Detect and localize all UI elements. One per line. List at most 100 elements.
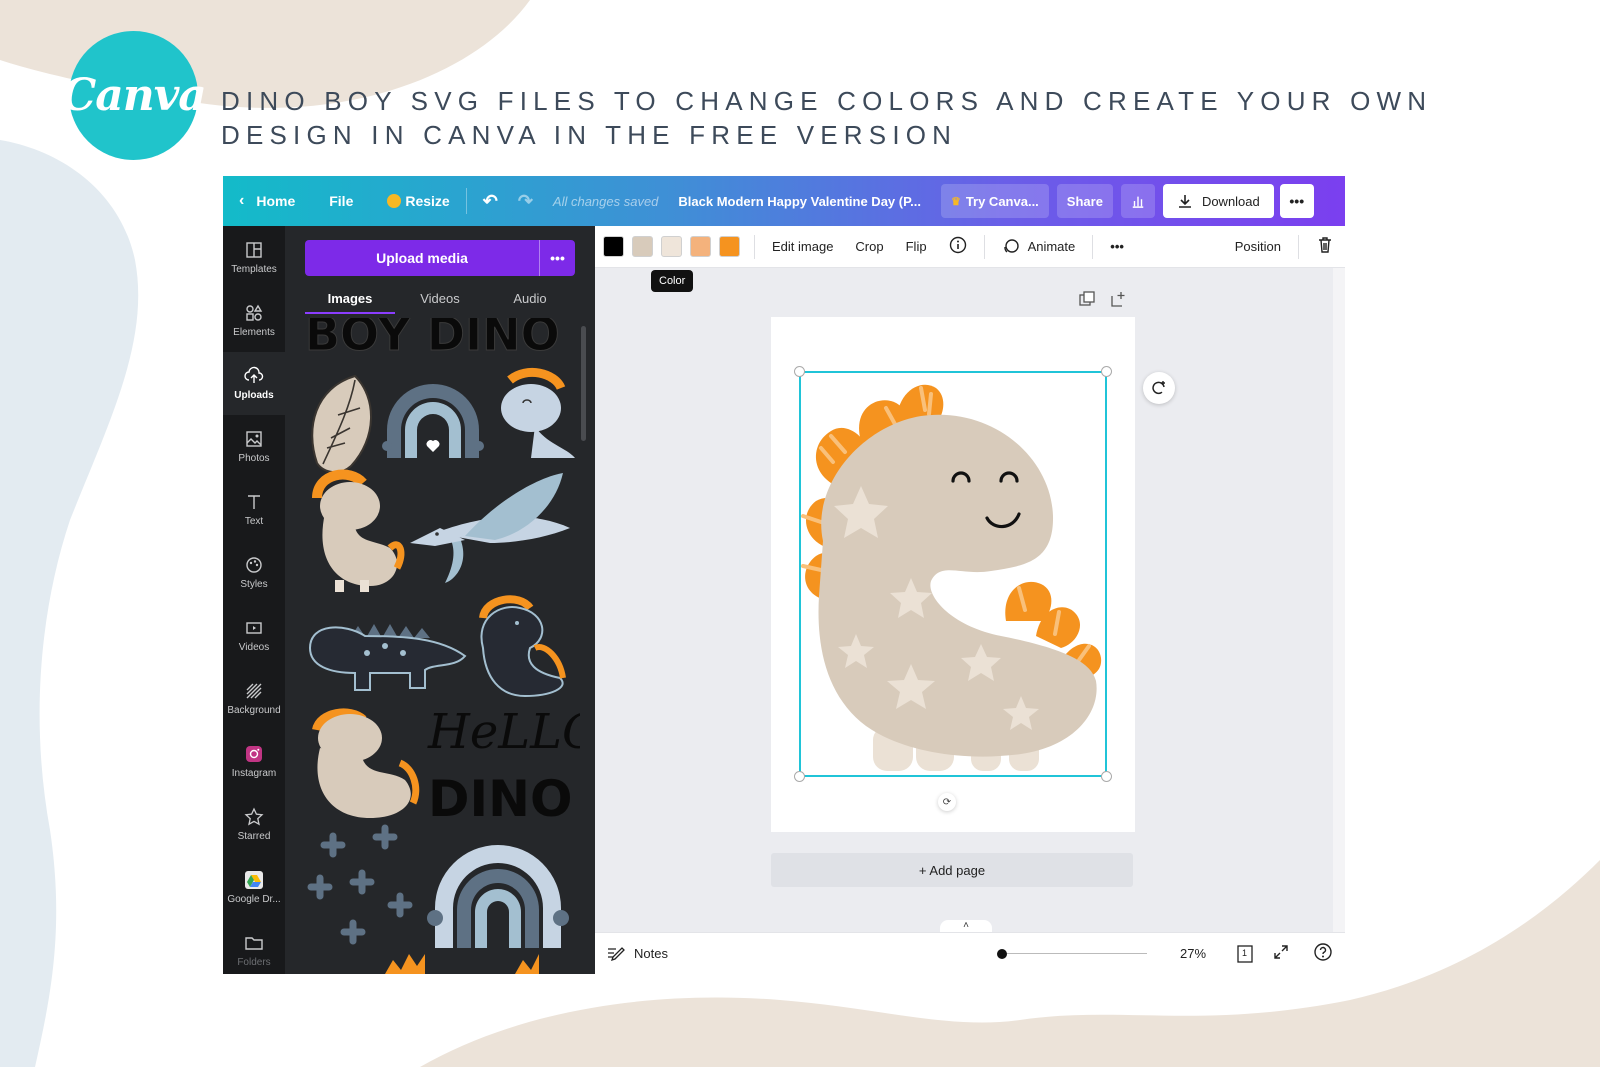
more-options-button[interactable]: ••• xyxy=(1279,184,1314,218)
leaf-thumbnail[interactable] xyxy=(311,374,372,474)
crop-button[interactable]: Crop xyxy=(844,239,894,254)
file-menu-button[interactable]: File xyxy=(319,184,363,218)
small-blue-dino-thumbnail[interactable] xyxy=(501,368,575,458)
text-icon xyxy=(248,495,260,509)
rail-text[interactable]: Text xyxy=(223,478,285,541)
animate-button[interactable]: Animate xyxy=(991,238,1087,256)
upload-media-button[interactable]: Upload media ••• xyxy=(305,240,575,276)
zoom-level[interactable]: 27% xyxy=(1173,946,1213,961)
plus-pattern-thumbnail[interactable] xyxy=(307,824,413,945)
undo-button[interactable]: ↶ xyxy=(473,184,508,218)
beige-dino-thumbnail[interactable] xyxy=(312,469,405,592)
color-swatch-orange[interactable] xyxy=(719,236,740,257)
fullscreen-button[interactable] xyxy=(1273,944,1289,963)
dark-dino-thumbnail[interactable] xyxy=(479,595,566,698)
rainbow-2-thumbnail[interactable] xyxy=(427,845,569,948)
rail-instagram[interactable]: Instagram xyxy=(223,730,285,793)
resize-handle-bottom-left[interactable] xyxy=(794,771,805,782)
duplicate-page-icon[interactable] xyxy=(1078,290,1096,308)
resize-button[interactable]: Resize xyxy=(377,184,459,218)
top-bar: ‹ Home File Resize ↶ ↷ All changes saved… xyxy=(223,176,1345,226)
color-swatch-beige[interactable] xyxy=(632,236,653,257)
resize-handle-top-left[interactable] xyxy=(794,366,805,377)
animate-icon xyxy=(1003,238,1019,253)
try-canva-pro-button[interactable]: ♛ Try Canva... xyxy=(940,184,1049,218)
context-toolbar: Edit image Crop Flip Animate ••• Positio… xyxy=(595,226,1345,268)
home-button[interactable]: ‹ Home xyxy=(229,184,305,218)
add-page-button[interactable]: + Add page xyxy=(771,853,1133,887)
page-count: 1 xyxy=(1242,947,1248,958)
left-rail: Templates Elements Uploads Photos Text S… xyxy=(223,226,285,974)
help-button[interactable] xyxy=(1313,942,1333,965)
rail-uploads[interactable]: Uploads xyxy=(223,352,285,415)
animate-label: Animate xyxy=(1027,239,1076,254)
upload-more-icon[interactable]: ••• xyxy=(539,240,575,276)
color-swatch-black[interactable] xyxy=(603,236,624,257)
zoom-slider-thumb[interactable] xyxy=(997,948,1007,959)
canva-editor-window: ‹ Home File Resize ↶ ↷ All changes saved… xyxy=(223,176,1345,974)
color-swatch-cream[interactable] xyxy=(661,236,682,257)
bar-chart-icon xyxy=(1132,196,1144,208)
download-label: Download xyxy=(1201,193,1260,209)
resize-handle-bottom-right[interactable] xyxy=(1101,771,1112,782)
delete-button[interactable] xyxy=(1305,236,1345,257)
uploads-panel: Upload media ••• Images Videos Audio BOY… xyxy=(285,226,665,974)
chevron-up-icon: ˄ xyxy=(963,920,969,931)
pterodactyl-thumbnail[interactable] xyxy=(410,473,570,583)
rail-label: Elements xyxy=(233,327,275,338)
rail-label: Starred xyxy=(237,831,271,842)
elements-icon xyxy=(246,304,263,321)
rail-label: Uploads xyxy=(234,390,274,401)
redo-button[interactable]: ↷ xyxy=(508,184,543,218)
rail-photos[interactable]: Photos xyxy=(223,415,285,478)
rail-templates[interactable]: Templates xyxy=(223,226,285,289)
document-title[interactable]: Black Modern Happy Valentine Day (P... xyxy=(668,184,931,218)
resize-handle-top-right[interactable] xyxy=(1101,366,1112,377)
zoom-slider-track xyxy=(997,952,1147,954)
next-thumbnail-peek-2 xyxy=(515,954,539,974)
rail-videos[interactable]: Videos xyxy=(223,604,285,667)
notes-button[interactable]: Notes xyxy=(607,946,668,962)
selection-box[interactable] xyxy=(794,366,1112,782)
rail-label: Videos xyxy=(238,642,270,653)
home-label: Home xyxy=(256,193,296,209)
color-swatch-peach[interactable] xyxy=(690,236,711,257)
page-count-button[interactable]: 1 xyxy=(1235,944,1255,964)
crown-icon xyxy=(387,194,402,208)
tab-images[interactable]: Images xyxy=(305,286,395,314)
info-button[interactable] xyxy=(938,236,978,257)
divider xyxy=(754,234,755,259)
beige-dino-2-thumbnail[interactable] xyxy=(312,708,420,818)
edit-image-button[interactable]: Edit image xyxy=(761,239,844,254)
gallery-thumbnails: BOY DINO HeLL DINO xyxy=(305,318,580,974)
crown-icon: ♛ xyxy=(950,195,961,208)
share-button[interactable]: Share xyxy=(1056,184,1113,218)
rail-styles[interactable]: Styles xyxy=(223,541,285,604)
rail-elements[interactable]: Elements xyxy=(223,289,285,352)
magic-suggest-button[interactable] xyxy=(1143,372,1175,404)
divider xyxy=(1298,234,1299,259)
rail-starred[interactable]: Starred xyxy=(223,793,285,856)
page-headline: DINO BOY SVG FILES TO CHANGE COLORS AND … xyxy=(221,86,1433,150)
vertical-scrollbar[interactable] xyxy=(1333,268,1345,932)
rail-google-drive[interactable]: Google Dr... xyxy=(223,856,285,919)
download-button[interactable]: Download xyxy=(1162,184,1274,218)
more-options-button[interactable]: ••• xyxy=(1099,239,1135,254)
rotate-handle[interactable]: ⟳ xyxy=(938,793,956,811)
panel-scrollbar[interactable] xyxy=(581,326,586,441)
rail-folders[interactable]: Folders xyxy=(223,919,285,974)
dark-stegosaurus-thumbnail[interactable] xyxy=(308,624,467,691)
undo-icon: ↶ xyxy=(482,190,498,211)
zoom-slider[interactable] xyxy=(997,946,1147,962)
workspace: Edit image Crop Flip Animate ••• Positio… xyxy=(595,226,1345,974)
position-button[interactable]: Position xyxy=(1224,239,1292,254)
tab-videos[interactable]: Videos xyxy=(395,286,485,314)
insights-button[interactable] xyxy=(1120,184,1155,218)
add-page-icon[interactable] xyxy=(1109,290,1127,308)
rail-background[interactable]: Background xyxy=(223,667,285,730)
rainbow-thumbnail[interactable] xyxy=(382,384,484,458)
hello-lettering: HeLLO xyxy=(427,704,580,760)
flip-button[interactable]: Flip xyxy=(895,239,938,254)
try-canva-label: Try Canva... xyxy=(965,193,1039,209)
tab-audio[interactable]: Audio xyxy=(485,286,575,314)
